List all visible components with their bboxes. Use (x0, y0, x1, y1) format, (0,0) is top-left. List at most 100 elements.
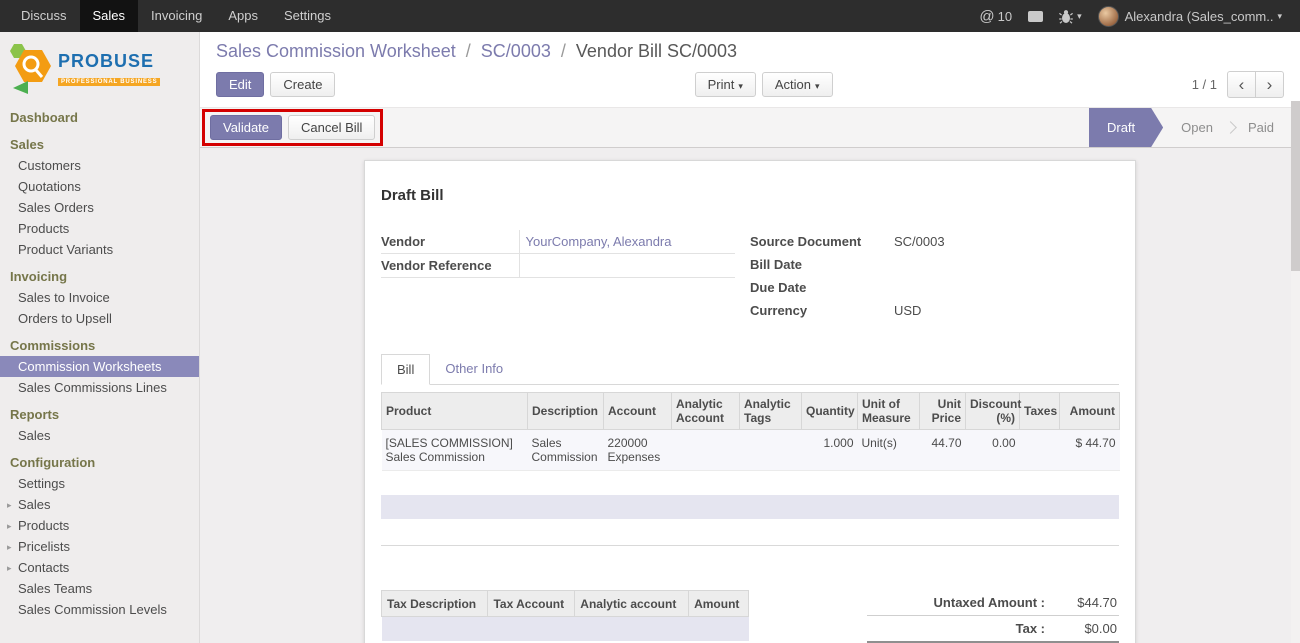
sidebar-section-commissions[interactable]: Commissions (0, 334, 199, 356)
sidebar-section-invoicing[interactable]: Invoicing (0, 265, 199, 287)
sidebar-item-config-contacts[interactable]: ▸ Contacts (0, 557, 199, 578)
sidebar-item-sales-orders[interactable]: Sales Orders (0, 197, 199, 218)
scrollbar-thumb[interactable] (1291, 101, 1300, 271)
column-header-taxes[interactable]: Taxes (1020, 393, 1060, 430)
expand-arrow-icon: ▸ (7, 540, 12, 555)
action-dropdown-button[interactable]: Action▾ (762, 72, 833, 97)
breadcrumb-link-worksheet[interactable]: Sales Commission Worksheet (216, 41, 456, 61)
sidebar-item-dashboard[interactable]: Dashboard (0, 106, 199, 128)
mention-count: 10 (998, 9, 1012, 24)
caret-down-icon: ▾ (1077, 11, 1082, 22)
column-header-quantity[interactable]: Quantity (802, 393, 858, 430)
control-panel: Sales Commission Worksheet / SC/0003 / V… (200, 32, 1300, 107)
column-header-unit-price[interactable]: Unit Price (920, 393, 966, 430)
mention-icon: @ (979, 8, 994, 25)
cell-product: [SALES COMMISSION] Sales Commission (382, 430, 528, 471)
currency-value: USD (888, 299, 1104, 322)
sidebar-item-quotations[interactable]: Quotations (0, 176, 199, 197)
sidebar-item-config-pricelists[interactable]: ▸ Pricelists (0, 536, 199, 557)
sidebar-item-config-products[interactable]: ▸ Products (0, 515, 199, 536)
column-header-analytic-tags[interactable]: Analytic Tags (740, 393, 802, 430)
avatar (1098, 6, 1119, 27)
sidebar-item-sales-teams[interactable]: Sales Teams (0, 578, 199, 599)
sidebar-item-label: Contacts (18, 560, 69, 575)
sidebar-item-config-sales[interactable]: ▸ Sales (0, 494, 199, 515)
menu-apps[interactable]: Apps (215, 0, 271, 32)
empty-line-row (381, 519, 1119, 543)
due-date-value (888, 276, 1104, 299)
cell-discount: 0.00 (966, 430, 1020, 471)
sidebar-item-config-settings[interactable]: Settings (0, 473, 199, 494)
stage-paid[interactable]: Paid (1230, 108, 1292, 147)
sidebar-item-product-variants[interactable]: Product Variants (0, 239, 199, 260)
validate-button[interactable]: Validate (210, 115, 282, 140)
empty-tax-row (382, 617, 749, 641)
column-header-description[interactable]: Description (528, 393, 604, 430)
sidebar-item-reports-sales[interactable]: Sales (0, 425, 199, 446)
menu-discuss[interactable]: Discuss (8, 0, 80, 32)
cell-unit-price: 44.70 (920, 430, 966, 471)
breadcrumb-link-record[interactable]: SC/0003 (481, 41, 551, 61)
sidebar-section-configuration[interactable]: Configuration (0, 451, 199, 473)
menu-settings[interactable]: Settings (271, 0, 344, 32)
column-header-tax-amount[interactable]: Amount (689, 591, 749, 617)
sheet-bottom: Tax Description Tax Account Analytic acc… (381, 590, 1119, 643)
invoice-line-row[interactable]: [SALES COMMISSION] Sales Commission Sale… (382, 430, 1120, 471)
top-navbar: Discuss Sales Invoicing Apps Settings @ … (0, 0, 1300, 32)
sidebar-section-sales[interactable]: Sales (0, 133, 199, 155)
edit-button[interactable]: Edit (216, 72, 264, 97)
tab-other-info[interactable]: Other Info (430, 354, 518, 384)
column-header-account[interactable]: Account (604, 393, 672, 430)
company-logo[interactable]: PROBUSE PROFESSIONAL BUSINESS (0, 32, 199, 106)
stage-open[interactable]: Open (1163, 108, 1231, 147)
breadcrumb-separator: / (466, 41, 471, 61)
source-document-value: SC/0003 (888, 230, 1104, 253)
sidebar-item-label: Pricelists (18, 539, 70, 554)
form-sheet: Draft Bill Vendor YourCompany, Alexandra… (364, 160, 1136, 643)
create-button[interactable]: Create (270, 72, 335, 97)
column-header-uom[interactable]: Unit of Measure (858, 393, 920, 430)
column-header-amount[interactable]: Amount (1060, 393, 1120, 430)
column-header-analytic-account[interactable]: Analytic Account (672, 393, 740, 430)
column-header-tax-analytic-account[interactable]: Analytic account (575, 591, 689, 617)
sidebar-item-products[interactable]: Products (0, 218, 199, 239)
breadcrumb-current: Vendor Bill SC/0003 (576, 41, 737, 61)
sidebar-item-label: Sales (18, 497, 51, 512)
cancel-bill-button[interactable]: Cancel Bill (288, 115, 375, 140)
sidebar-item-customers[interactable]: Customers (0, 155, 199, 176)
sidebar-item-sales-to-invoice[interactable]: Sales to Invoice (0, 287, 199, 308)
tab-bill[interactable]: Bill (381, 354, 430, 385)
sidebar-section-reports[interactable]: Reports (0, 403, 199, 425)
column-header-discount[interactable]: Discount (%) (966, 393, 1020, 430)
messages-button[interactable] (1020, 0, 1051, 32)
probuse-logo-icon (8, 42, 54, 98)
tax-lines-table: Tax Description Tax Account Analytic acc… (381, 590, 749, 643)
user-menu-button[interactable]: Alexandra (Sales_comm.. ▾ (1090, 0, 1290, 32)
expand-arrow-icon: ▸ (7, 561, 12, 576)
menu-sales[interactable]: Sales (80, 0, 139, 32)
cell-account: 220000 Expenses (604, 430, 672, 471)
notebook-tabs: Bill Other Info (381, 354, 1119, 385)
print-dropdown-button[interactable]: Print▾ (695, 72, 756, 97)
debug-menu-button[interactable]: ▾ (1051, 0, 1090, 32)
sidebar-item-sales-commission-levels[interactable]: Sales Commission Levels (0, 599, 199, 620)
cell-analytic-tags (740, 430, 802, 471)
vendor-value-link[interactable]: YourCompany, Alexandra (526, 234, 672, 249)
content-scrollbar[interactable] (1291, 101, 1300, 643)
column-header-product[interactable]: Product (382, 393, 528, 430)
sidebar-item-orders-to-upsell[interactable]: Orders to Upsell (0, 308, 199, 329)
sidebar-item-sales-commissions-lines[interactable]: Sales Commissions Lines (0, 377, 199, 398)
menu-invoicing[interactable]: Invoicing (138, 0, 215, 32)
main-area: Sales Commission Worksheet / SC/0003 / V… (200, 32, 1300, 643)
pager-next-button[interactable]: › (1255, 71, 1284, 98)
pager-previous-button[interactable]: ‹ (1227, 71, 1256, 98)
invoice-lines-table: Product Description Account Analytic Acc… (381, 392, 1120, 471)
vendor-reference-value (519, 254, 735, 278)
column-header-tax-description[interactable]: Tax Description (382, 591, 488, 617)
column-header-tax-account[interactable]: Tax Account (488, 591, 575, 617)
bill-date-label: Bill Date (750, 253, 888, 276)
untaxed-amount-row: Untaxed Amount : $44.70 (867, 590, 1119, 616)
stage-draft[interactable]: Draft (1089, 108, 1163, 147)
sidebar-item-commission-worksheets[interactable]: Commission Worksheets (0, 356, 199, 377)
mention-counter[interactable]: @ 10 (971, 0, 1020, 32)
